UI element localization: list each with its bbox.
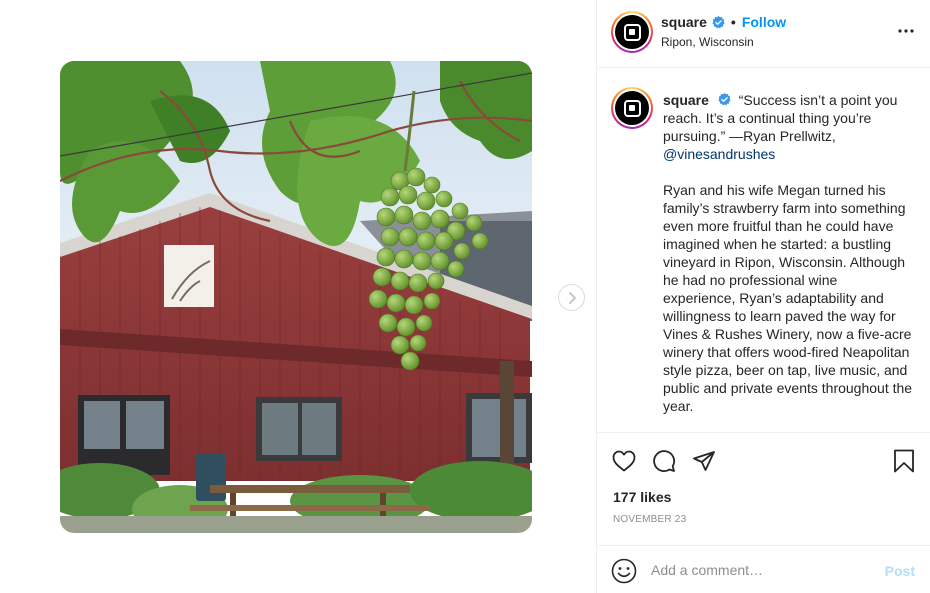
logo-inner: [629, 105, 635, 111]
post-comment-button[interactable]: Post: [885, 563, 915, 579]
follow-button[interactable]: Follow: [742, 14, 786, 30]
share-button[interactable]: [691, 448, 717, 474]
caption-avatar-border: [613, 89, 651, 127]
next-photo-button[interactable]: [558, 284, 585, 311]
verified-badge-icon: [718, 93, 731, 106]
caption-body: Ryan and his wife Megan turned his famil…: [663, 182, 913, 414]
caption-text: square “Success isn’t a point you reach.…: [663, 91, 913, 415]
comment-input[interactable]: [651, 558, 871, 582]
caption-area: square “Success isn’t a point you reach.…: [597, 69, 930, 433]
action-bar: [597, 434, 930, 486]
more-dots-icon: [898, 29, 914, 33]
mention-link[interactable]: @vinesandrushes: [663, 146, 775, 162]
post-photo[interactable]: [60, 61, 532, 533]
emoji-button[interactable]: [611, 558, 637, 584]
heart-icon: [612, 450, 636, 472]
media-area: [0, 0, 596, 593]
likes-count[interactable]: 177 likes: [613, 489, 671, 505]
separator-dot: •: [730, 14, 736, 30]
location-link[interactable]: Ripon, Wisconsin: [661, 35, 754, 49]
paper-plane-icon: [693, 451, 715, 471]
smiley-icon: [611, 558, 637, 584]
header-username[interactable]: square: [661, 14, 707, 30]
avatar[interactable]: [611, 11, 653, 53]
logo-outer: [623, 23, 641, 41]
comment-bubble-icon: [653, 450, 676, 472]
caption-avatar[interactable]: [611, 87, 653, 129]
post-panel: square • Follow Ripon, Wisconsin square: [596, 0, 930, 593]
like-button[interactable]: [611, 448, 637, 474]
caption-username[interactable]: square: [663, 92, 709, 108]
logo-inner: [629, 29, 635, 35]
verified-badge-icon: [712, 15, 725, 28]
logo-outer: [623, 99, 641, 117]
bookmark-icon: [894, 449, 914, 473]
avatar-border: [613, 13, 651, 51]
comment-bar: Post: [597, 545, 930, 593]
square-logo-icon: [615, 91, 649, 125]
square-logo-icon: [615, 15, 649, 49]
save-button[interactable]: [891, 448, 917, 474]
post-date[interactable]: NOVEMBER 23: [613, 514, 686, 525]
header-username-row: square • Follow: [661, 14, 786, 30]
post-header: square • Follow Ripon, Wisconsin: [597, 0, 930, 68]
comment-button[interactable]: [651, 448, 677, 474]
vineyard-photo: [60, 61, 532, 533]
chevron-right-icon: [568, 291, 576, 304]
more-options-button[interactable]: [897, 22, 915, 40]
